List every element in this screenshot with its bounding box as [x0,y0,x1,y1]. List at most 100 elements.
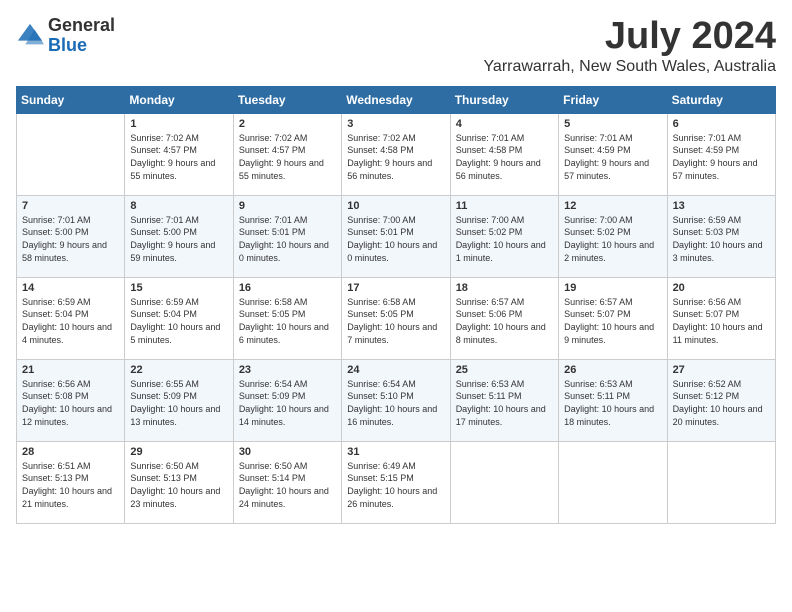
day-cell: 13Sunrise: 6:59 AMSunset: 5:03 PMDayligh… [667,195,775,277]
day-info: Sunrise: 6:57 AMSunset: 5:07 PMDaylight:… [564,296,661,346]
day-number: 28 [22,446,119,458]
day-cell: 2 Sunrise: 7:02 AMSunset: 4:57 PMDaylight… [233,113,341,195]
day-number: 16 [239,282,336,294]
day-cell: 23 Sunrise: 6:54 AMSunset: 5:09 PMDayligh… [233,359,341,441]
logo-blue: Blue [48,36,115,56]
week-row-4: 21 Sunrise: 6:56 AMSunset: 5:08 PMDayligh… [17,359,776,441]
day-number: 11 [456,200,553,212]
day-info: Sunrise: 7:00 AMSunset: 5:01 PMDaylight:… [347,214,444,264]
day-cell: 3 Sunrise: 7:02 AMSunset: 4:58 PMDaylight… [342,113,450,195]
day-info: Sunrise: 7:02 AMSunset: 4:58 PMDaylight:… [347,132,444,182]
day-cell [450,441,558,523]
day-cell: 26 Sunrise: 6:53 AMSunset: 5:11 PMDayligh… [559,359,667,441]
day-number: 23 [239,364,336,376]
day-number: 20 [673,282,770,294]
logo-icon [16,22,44,50]
day-number: 8 [130,200,227,212]
day-cell: 1Sunrise: 7:02 AMSunset: 4:57 PMDaylight… [125,113,233,195]
day-cell: 14 Sunrise: 6:59 AMSunset: 5:04 PMDayligh… [17,277,125,359]
day-info: Sunrise: 7:00 AMSunset: 5:02 PMDaylight:… [456,214,553,264]
day-number: 21 [22,364,119,376]
day-cell: 4 Sunrise: 7:01 AMSunset: 4:58 PMDaylight… [450,113,558,195]
week-row-1: 1Sunrise: 7:02 AMSunset: 4:57 PMDaylight… [17,113,776,195]
day-number: 27 [673,364,770,376]
day-cell: 12 Sunrise: 7:00 AMSunset: 5:02 PMDayligh… [559,195,667,277]
day-info: Sunrise: 6:53 AMSunset: 5:11 PMDaylight:… [564,378,661,428]
day-cell: 29Sunrise: 6:50 AMSunset: 5:13 PMDayligh… [125,441,233,523]
day-cell: 9Sunrise: 7:01 AMSunset: 5:01 PMDaylight… [233,195,341,277]
day-number: 24 [347,364,444,376]
day-info: Sunrise: 6:56 AMSunset: 5:08 PMDaylight:… [22,378,119,428]
day-number: 17 [347,282,444,294]
day-info: Sunrise: 7:00 AMSunset: 5:02 PMDaylight:… [564,214,661,264]
day-number: 3 [347,118,444,130]
day-cell: 24 Sunrise: 6:54 AMSunset: 5:10 PMDayligh… [342,359,450,441]
day-number: 22 [130,364,227,376]
day-info: Sunrise: 6:54 AMSunset: 5:10 PMDaylight:… [347,378,444,428]
day-info: Sunrise: 7:01 AMSunset: 5:00 PMDaylight:… [130,214,227,264]
title-block: July 2024 Yarrawarrah, New South Wales, … [483,16,776,76]
header-cell-thursday: Thursday [450,86,558,113]
header-cell-monday: Monday [125,86,233,113]
day-info: Sunrise: 6:53 AMSunset: 5:11 PMDaylight:… [456,378,553,428]
header-cell-saturday: Saturday [667,86,775,113]
day-cell: 22 Sunrise: 6:55 AMSunset: 5:09 PMDayligh… [125,359,233,441]
day-info: Sunrise: 6:58 AMSunset: 5:05 PMDaylight:… [347,296,444,346]
day-number: 4 [456,118,553,130]
day-info: Sunrise: 6:55 AMSunset: 5:09 PMDaylight:… [130,378,227,428]
day-number: 30 [239,446,336,458]
week-row-5: 28Sunrise: 6:51 AMSunset: 5:13 PMDayligh… [17,441,776,523]
month-title: July 2024 [483,16,776,58]
day-cell: 7Sunrise: 7:01 AMSunset: 5:00 PMDaylight… [17,195,125,277]
day-info: Sunrise: 7:01 AMSunset: 5:01 PMDaylight:… [239,214,336,264]
day-cell [667,441,775,523]
day-number: 29 [130,446,227,458]
day-number: 26 [564,364,661,376]
day-info: Sunrise: 7:02 AMSunset: 4:57 PMDaylight:… [239,132,336,182]
day-info: Sunrise: 7:01 AMSunset: 4:59 PMDaylight:… [564,132,661,182]
header-row: SundayMondayTuesdayWednesdayThursdayFrid… [17,86,776,113]
week-row-3: 14 Sunrise: 6:59 AMSunset: 5:04 PMDayligh… [17,277,776,359]
day-info: Sunrise: 7:02 AMSunset: 4:57 PMDaylight:… [130,132,227,182]
logo-general: General [48,16,115,36]
day-number: 19 [564,282,661,294]
day-cell: 11 Sunrise: 7:00 AMSunset: 5:02 PMDayligh… [450,195,558,277]
day-info: Sunrise: 7:01 AMSunset: 4:59 PMDaylight:… [673,132,770,182]
day-info: Sunrise: 6:54 AMSunset: 5:09 PMDaylight:… [239,378,336,428]
day-cell: 6Sunrise: 7:01 AMSunset: 4:59 PMDaylight… [667,113,775,195]
day-cell [559,441,667,523]
day-info: Sunrise: 6:58 AMSunset: 5:05 PMDaylight:… [239,296,336,346]
calendar-table: SundayMondayTuesdayWednesdayThursdayFrid… [16,86,776,524]
day-cell: 16 Sunrise: 6:58 AMSunset: 5:05 PMDayligh… [233,277,341,359]
day-number: 18 [456,282,553,294]
page-header: General Blue July 2024 Yarrawarrah, New … [16,16,776,76]
day-number: 2 [239,118,336,130]
day-info: Sunrise: 6:59 AMSunset: 5:04 PMDaylight:… [130,296,227,346]
header-cell-tuesday: Tuesday [233,86,341,113]
day-info: Sunrise: 7:01 AMSunset: 4:58 PMDaylight:… [456,132,553,182]
day-cell: 5 Sunrise: 7:01 AMSunset: 4:59 PMDaylight… [559,113,667,195]
day-info: Sunrise: 6:59 AMSunset: 5:04 PMDaylight:… [22,296,119,346]
day-number: 14 [22,282,119,294]
week-row-2: 7Sunrise: 7:01 AMSunset: 5:00 PMDaylight… [17,195,776,277]
header-cell-wednesday: Wednesday [342,86,450,113]
day-cell [17,113,125,195]
day-number: 25 [456,364,553,376]
day-cell: 27Sunrise: 6:52 AMSunset: 5:12 PMDayligh… [667,359,775,441]
day-cell: 20 Sunrise: 6:56 AMSunset: 5:07 PMDayligh… [667,277,775,359]
day-cell: 18 Sunrise: 6:57 AMSunset: 5:06 PMDayligh… [450,277,558,359]
day-cell: 17 Sunrise: 6:58 AMSunset: 5:05 PMDayligh… [342,277,450,359]
day-cell: 25 Sunrise: 6:53 AMSunset: 5:11 PMDayligh… [450,359,558,441]
day-cell: 28Sunrise: 6:51 AMSunset: 5:13 PMDayligh… [17,441,125,523]
day-info: Sunrise: 6:56 AMSunset: 5:07 PMDaylight:… [673,296,770,346]
day-number: 15 [130,282,227,294]
day-number: 12 [564,200,661,212]
day-info: Sunrise: 6:49 AMSunset: 5:15 PMDaylight:… [347,460,444,510]
day-number: 31 [347,446,444,458]
day-number: 5 [564,118,661,130]
logo-text: General Blue [48,16,115,56]
day-cell: 30Sunrise: 6:50 AMSunset: 5:14 PMDayligh… [233,441,341,523]
day-cell: 31 Sunrise: 6:49 AMSunset: 5:15 PMDayligh… [342,441,450,523]
day-cell: 21 Sunrise: 6:56 AMSunset: 5:08 PMDayligh… [17,359,125,441]
day-info: Sunrise: 6:57 AMSunset: 5:06 PMDaylight:… [456,296,553,346]
